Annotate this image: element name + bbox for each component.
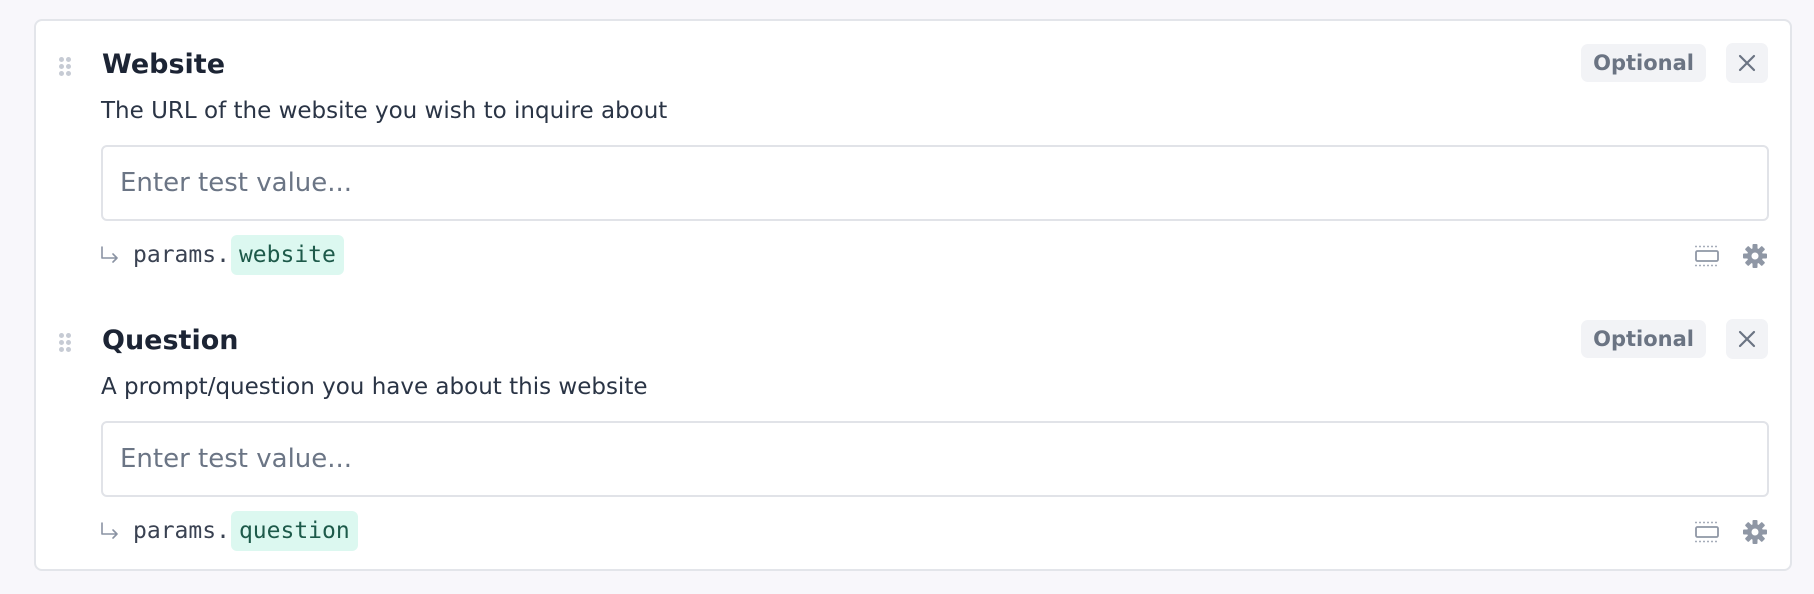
remove-parameter-button[interactable]	[1726, 319, 1768, 359]
path-key[interactable]: website	[230, 235, 344, 275]
close-icon	[1738, 54, 1756, 72]
test-value-input[interactable]	[101, 145, 1769, 221]
parameters-card: Website Optional The URL of the website …	[34, 19, 1792, 571]
input-mode-button[interactable]	[1693, 244, 1721, 268]
drag-handle-icon[interactable]	[59, 333, 71, 353]
parameter-description: The URL of the website you wish to inqui…	[101, 98, 668, 124]
settings-button[interactable]	[1742, 519, 1768, 545]
gear-icon	[1743, 520, 1767, 544]
parameter-title: Website	[102, 49, 226, 80]
settings-button[interactable]	[1742, 243, 1768, 269]
return-arrow-icon	[101, 246, 118, 263]
path-prefix: params.	[133, 242, 230, 268]
parameter-website: Website Optional The URL of the website …	[36, 21, 1790, 297]
path-key[interactable]: question	[230, 511, 358, 551]
optional-badge: Optional	[1581, 320, 1706, 358]
param-path: params. question	[99, 511, 358, 551]
close-icon	[1738, 330, 1756, 348]
test-value-input[interactable]	[101, 421, 1769, 497]
remove-parameter-button[interactable]	[1726, 43, 1768, 83]
input-mode-icon	[1695, 521, 1719, 543]
return-arrow-icon	[101, 522, 118, 539]
parameter-description: A prompt/question you have about this we…	[101, 374, 648, 400]
optional-badge: Optional	[1581, 44, 1706, 82]
parameter-question: Question Optional A prompt/question you …	[36, 297, 1790, 573]
param-path: params. website	[99, 235, 344, 275]
input-mode-button[interactable]	[1693, 520, 1721, 544]
gear-icon	[1743, 244, 1767, 268]
input-mode-icon	[1695, 245, 1719, 267]
path-prefix: params.	[133, 518, 230, 544]
drag-handle-icon[interactable]	[59, 57, 71, 77]
parameter-title: Question	[102, 325, 239, 356]
